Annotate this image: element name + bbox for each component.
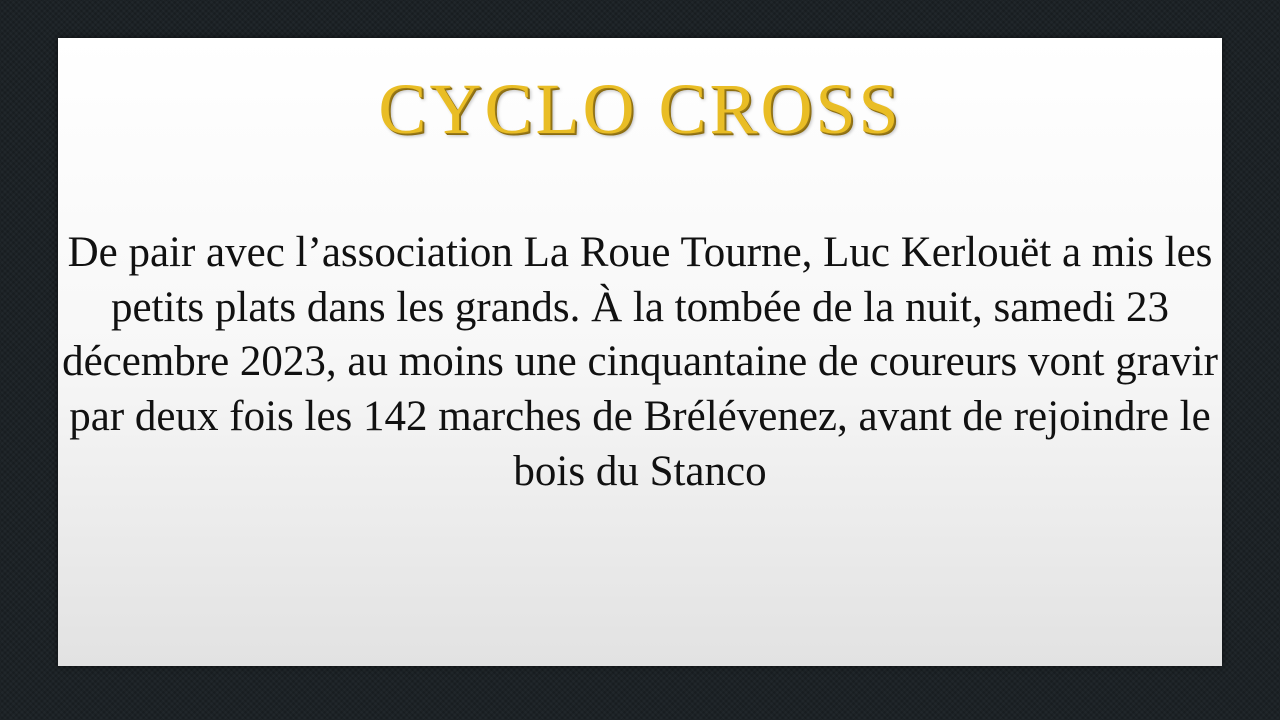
slide-body-text: De pair avec l’association La Roue Tourn… — [62, 229, 1218, 495]
slide-title: CYCLO CROSS — [378, 69, 902, 149]
